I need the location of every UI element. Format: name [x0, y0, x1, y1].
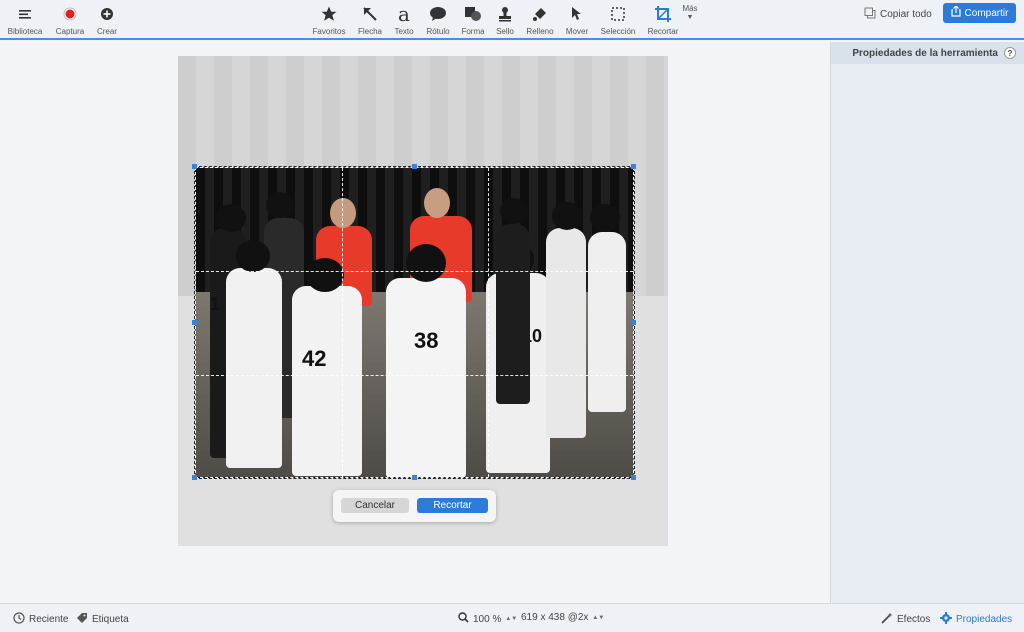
menu-icon — [18, 4, 32, 24]
crop-dialog: Cancelar Recortar — [333, 490, 496, 522]
magic-wand-icon — [881, 612, 893, 627]
crop-handle-top-right[interactable] — [631, 164, 636, 169]
tool-move-label: Mover — [565, 27, 589, 36]
crop-handle-bottom-right[interactable] — [631, 475, 636, 480]
effects-button[interactable]: Efectos — [881, 612, 930, 627]
share-button[interactable]: Compartir — [943, 3, 1016, 23]
copy-all-label: Copiar todo — [880, 8, 932, 20]
properties-button[interactable]: Propiedades — [940, 612, 1012, 627]
arrow-icon — [362, 4, 378, 24]
jersey-number: 42 — [302, 346, 327, 371]
tool-text-label: Texto — [394, 27, 414, 36]
capture-label: Captura — [55, 27, 85, 36]
plus-circle-icon — [100, 4, 114, 24]
magnifier-icon — [458, 612, 469, 626]
crop-handle-top-left[interactable] — [192, 164, 197, 169]
copy-all-button[interactable]: Copiar todo — [864, 5, 932, 23]
tool-selection[interactable]: Selección — [593, 4, 643, 36]
crop-region[interactable]: 42 38 10 1 — [194, 166, 635, 479]
crop-icon — [654, 4, 672, 24]
recent-button[interactable]: Reciente — [13, 612, 68, 627]
speech-bubble-icon — [429, 4, 447, 24]
dimensions-control[interactable]: 619 x 438 @2x ▲▼ — [521, 612, 604, 623]
canvas-area[interactable]: 42 38 10 1 Cancelar Recortar — [0, 42, 830, 603]
tag-label: Etiqueta — [92, 614, 129, 625]
dimensions-value: 619 x 438 @2x — [521, 612, 589, 623]
more-button[interactable]: Más ▼ — [676, 4, 704, 21]
create-button[interactable]: Crear — [82, 4, 132, 36]
properties-panel: Propiedades de la herramienta ? — [830, 42, 1024, 603]
crop-handle-top[interactable] — [412, 164, 417, 169]
cancel-button[interactable]: Cancelar — [341, 498, 409, 513]
star-icon — [320, 4, 338, 24]
tool-callout-label: Rótulo — [426, 27, 450, 36]
tag-button[interactable]: Etiqueta — [76, 612, 129, 627]
recent-label: Reciente — [29, 614, 69, 625]
zoom-control[interactable]: 100 % ▲▼ — [458, 612, 517, 626]
share-icon — [950, 5, 961, 20]
crop-handle-left[interactable] — [192, 320, 197, 325]
chevron-down-icon: ▲▼ — [592, 614, 605, 621]
zoom-value: 100 % — [473, 613, 502, 625]
properties-header: Propiedades de la herramienta ? — [831, 42, 1024, 64]
tool-stamp-label: Sello — [496, 27, 514, 36]
properties-title: Propiedades de la herramienta — [852, 47, 998, 59]
chevron-down-icon: ▼ — [686, 14, 694, 21]
record-icon — [63, 4, 77, 24]
crop-handle-bottom[interactable] — [412, 475, 417, 480]
copy-icon — [864, 7, 876, 22]
share-label: Compartir — [964, 7, 1009, 19]
create-label: Crear — [96, 27, 117, 36]
crop-button[interactable]: Recortar — [417, 498, 488, 513]
selection-icon — [610, 4, 626, 24]
gear-icon — [940, 612, 952, 627]
help-icon[interactable]: ? — [1004, 47, 1016, 59]
more-label: Más — [682, 4, 698, 13]
stamp-icon — [497, 4, 513, 24]
jersey-number: 1 — [210, 294, 221, 314]
chevron-down-icon: ▲▼ — [505, 616, 518, 622]
fill-icon — [532, 4, 548, 24]
toolbar: Biblioteca Captura Crear Favoritos Flech… — [0, 0, 1024, 40]
move-icon — [569, 4, 585, 24]
clock-icon — [13, 612, 25, 627]
library-label: Biblioteca — [7, 27, 43, 36]
tool-favorites-label: Favoritos — [312, 27, 346, 36]
jersey-number: 38 — [414, 328, 439, 353]
tool-selection-label: Selección — [600, 27, 636, 36]
crop-handle-right[interactable] — [631, 320, 636, 325]
effects-label: Efectos — [897, 614, 931, 625]
properties-label: Propiedades — [956, 614, 1013, 625]
crop-handle-bottom-left[interactable] — [192, 475, 197, 480]
status-bar: Reciente Etiqueta 100 % ▲▼ 619 x 438 @2x… — [0, 603, 1024, 632]
library-button[interactable]: Biblioteca — [0, 4, 50, 36]
text-icon: a — [398, 2, 410, 26]
tag-icon — [76, 612, 88, 627]
tool-fill-label: Relleno — [526, 27, 554, 36]
tool-crop-label: Recortar — [647, 27, 679, 36]
